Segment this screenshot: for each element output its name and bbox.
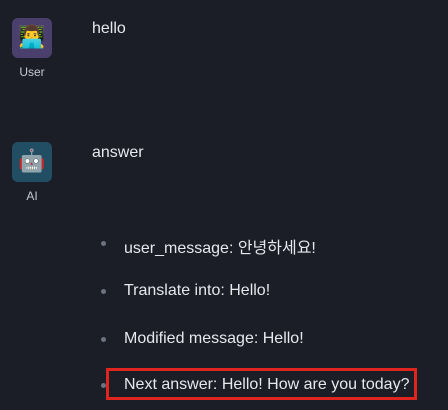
user-avatar-icon: 👨‍💻 <box>12 18 52 58</box>
bullet-icon <box>101 337 106 342</box>
ai-avatar-icon: 🤖 <box>12 142 52 182</box>
bullet-icon <box>101 241 106 246</box>
list-item-text: Translate into: Hello! <box>124 282 271 299</box>
user-emoji-icon: 👨‍💻 <box>18 25 46 50</box>
user-message-text: hello <box>92 20 126 37</box>
user-name-label: User <box>19 65 45 79</box>
robot-icon: 🤖 <box>18 149 46 174</box>
bullet-icon <box>101 289 106 294</box>
list-item-text: Modified message: Hello! <box>124 330 304 347</box>
list-item-text: Next answer: Hello! How are you today? <box>124 376 410 393</box>
ai-message-text: answer <box>92 144 144 161</box>
user-avatar-block: 👨‍💻 User <box>12 18 52 79</box>
ai-name-label: AI <box>26 189 38 203</box>
list-item-text: user_message: 안녕하세요! <box>124 240 316 257</box>
ai-avatar-block: 🤖 AI <box>12 142 52 203</box>
chat-window: 👨‍💻 User hello 🤖 AI answer user_message:… <box>0 0 448 410</box>
